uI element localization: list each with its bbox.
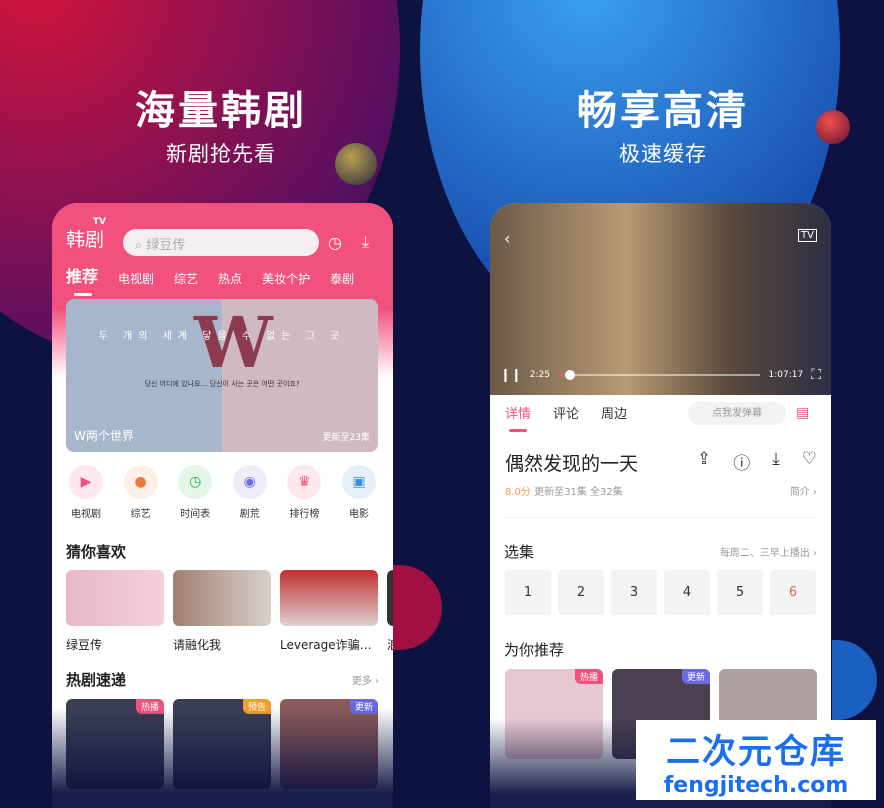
- episode-list: 1 2 3 4 5 6: [505, 570, 816, 615]
- total-time: 1:07:17: [768, 370, 804, 380]
- episode-button[interactable]: 3: [611, 570, 657, 615]
- category-discover[interactable]: ◉ 剧荒: [224, 465, 276, 520]
- download-icon[interactable]: ⤓: [772, 449, 780, 474]
- poster-letter: W: [194, 301, 273, 384]
- fullscreen-icon[interactable]: ⛶: [811, 367, 821, 383]
- phone-home: 韩剧 TV ⌕ 绿豆传 ◷ ⤓ 推荐 电视剧 综艺 热点 美妆个护 泰剧 W 두 …: [52, 203, 393, 808]
- poster-line: 두 개의 세계 닿을 수 없는 그 곳: [98, 331, 346, 342]
- tab-tv[interactable]: 电视剧: [118, 270, 154, 287]
- history-icon[interactable]: ◷: [328, 233, 342, 252]
- show-card[interactable]: 浪: [387, 570, 393, 653]
- microphone-icon: ●: [123, 465, 158, 499]
- tv-icon: ▶: [69, 465, 103, 499]
- category-tabs: 推荐 电视剧 综艺 热点 美妆个护 泰剧: [66, 263, 393, 296]
- tab-variety[interactable]: 综艺: [174, 270, 198, 287]
- watermark-cn: 二次元仓库: [666, 732, 846, 772]
- compass-icon: ◉: [232, 465, 267, 499]
- headline: 畅享高清: [577, 88, 749, 134]
- section-title: 猜你喜欢: [66, 543, 127, 561]
- current-time: 2:25: [529, 370, 551, 380]
- divider: [505, 517, 816, 518]
- search-icon: ⌕: [135, 238, 147, 253]
- danmu-input[interactable]: 点我发弹幕: [688, 402, 786, 425]
- tv-cast-icon[interactable]: TV: [798, 229, 817, 242]
- download-icon[interactable]: ⤓: [362, 232, 369, 252]
- category-variety[interactable]: ● 综艺: [115, 465, 167, 520]
- back-icon[interactable]: ‹: [504, 229, 510, 248]
- section-title: 选集: [504, 543, 535, 561]
- tab-details[interactable]: 详情: [505, 403, 531, 432]
- watermark-url: fengjitech.com: [663, 773, 849, 798]
- tab-comments[interactable]: 评论: [553, 403, 579, 422]
- tab-merch[interactable]: 周边: [601, 403, 627, 422]
- progress-slider[interactable]: [558, 370, 761, 380]
- search-input[interactable]: ⌕ 绿豆传: [123, 229, 319, 256]
- subheadline: 新剧抢先看: [166, 142, 276, 166]
- guess-row: 绿豆传 请融化我 Leverage诈骗… 浪: [66, 570, 393, 653]
- tab-recommend[interactable]: 推荐: [66, 263, 98, 296]
- show-meta: 8.0分 更新至31集 全32集: [505, 487, 623, 498]
- section-title: 为你推荐: [504, 641, 565, 659]
- episode-button-current[interactable]: 6: [770, 570, 816, 615]
- report-icon[interactable]: ⓘ: [733, 449, 750, 474]
- left-panel: 海量韩剧 新剧抢先看 韩剧 TV ⌕ 绿豆传 ◷ ⤓ 推荐 电视剧 综艺 热点 美…: [0, 0, 442, 808]
- show-card[interactable]: 绿豆传: [66, 570, 164, 653]
- headline: 海量韩剧: [135, 88, 307, 134]
- show-title: 偶然发现的一天: [505, 453, 639, 475]
- episode-button[interactable]: 4: [664, 570, 710, 615]
- pause-icon[interactable]: ❙❙: [500, 368, 522, 383]
- phone-detail: ‹ TV ❙❙ 2:25 1:07:17 ⛶ 详情 评论 周边 点我发弹幕 ▤ …: [490, 203, 831, 808]
- episode-button[interactable]: 5: [717, 570, 763, 615]
- danmu-toggle-icon[interactable]: ▤: [796, 405, 809, 421]
- banner-update: 更新至23集: [322, 433, 370, 443]
- category-schedule[interactable]: ◷ 时间表: [169, 465, 221, 520]
- player-controls: ❙❙ 2:25 1:07:17 ⛶: [500, 367, 821, 383]
- category-grid: ▶ 电视剧 ● 综艺 ◷ 时间表 ◉ 剧荒 ♛ 排行榜 ▣ 电影: [60, 465, 385, 520]
- badge: 热播: [574, 669, 603, 684]
- app-logo: 韩剧 TV: [66, 217, 107, 251]
- show-card[interactable]: 请融化我: [173, 570, 271, 653]
- more-link[interactable]: 更多 ›: [352, 672, 379, 687]
- section-title: 热剧速递: [66, 671, 127, 689]
- video-player[interactable]: ‹ TV ❙❙ 2:25 1:07:17 ⛶: [490, 203, 831, 395]
- badge: 更新: [681, 669, 710, 684]
- hero-banner[interactable]: W 두 개의 세계 닿을 수 없는 그 곳 당신 어디에 있나요… 당신이 사는…: [66, 299, 378, 452]
- poster-line: 당신 어디에 있나요… 당신이 사는 곳은 어떤 곳이죠?: [144, 380, 300, 388]
- detail-tabs: 详情 评论 周边: [505, 403, 627, 432]
- share-icon[interactable]: ⇪: [697, 449, 711, 474]
- tab-thai[interactable]: 泰剧: [330, 270, 354, 287]
- film-icon: ▣: [341, 465, 376, 499]
- category-ranking[interactable]: ♛ 排行榜: [278, 465, 330, 520]
- category-tv[interactable]: ▶ 电视剧: [60, 465, 112, 520]
- watermark: 二次元仓库 fengjitech.com: [636, 720, 876, 800]
- tab-hot[interactable]: 热点: [218, 270, 242, 287]
- fade-overlay: [52, 708, 393, 808]
- action-icons: ⇪ ⓘ ⤓ ♡: [697, 449, 817, 474]
- subheadline: 极速缓存: [619, 142, 707, 166]
- clock-icon: ◷: [178, 465, 213, 499]
- episode-button[interactable]: 2: [558, 570, 604, 615]
- heart-icon[interactable]: ♡: [802, 449, 817, 474]
- episode-button[interactable]: 1: [505, 570, 551, 615]
- show-card[interactable]: Leverage诈骗…: [280, 570, 378, 653]
- intro-link[interactable]: 简介 ›: [790, 483, 817, 498]
- category-movie[interactable]: ▣ 电影: [333, 465, 385, 520]
- trophy-icon: ♛: [287, 465, 322, 499]
- schedule-link[interactable]: 每周二、三早上播出 ›: [720, 544, 817, 559]
- right-panel: 畅享高清 极速缓存 ‹ TV ❙❙ 2:25 1:07:17 ⛶ 详情 评论 周…: [442, 0, 884, 808]
- tab-beauty[interactable]: 美妆个护: [262, 270, 310, 287]
- banner-title: W两个世界: [74, 429, 134, 443]
